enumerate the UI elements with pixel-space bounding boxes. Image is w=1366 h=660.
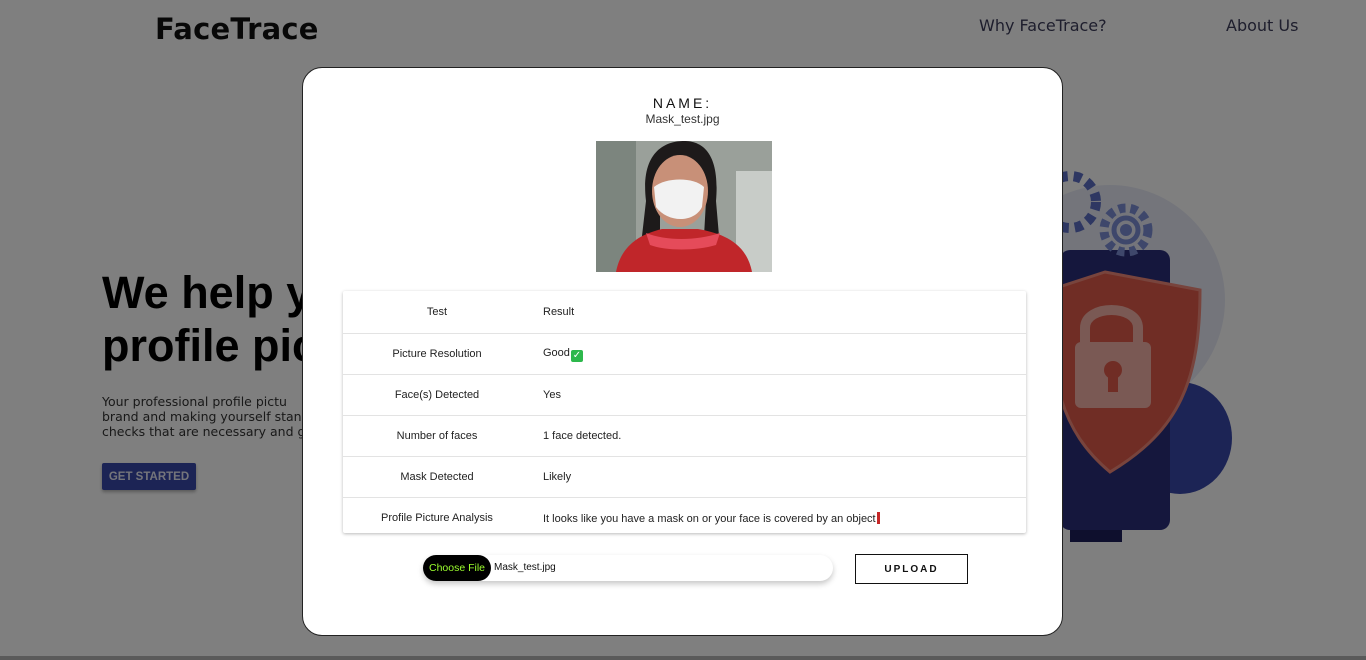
check-mark-icon: ✓ bbox=[570, 349, 583, 362]
test-result: Likely bbox=[531, 456, 1026, 498]
header-result: Result bbox=[531, 291, 1026, 334]
results-table-card: Test Result Picture Resolution Good ✓ Fac… bbox=[343, 291, 1026, 533]
bottom-strip bbox=[0, 656, 1366, 660]
results-table: Test Result Picture Resolution Good ✓ Fac… bbox=[343, 291, 1026, 538]
uploaded-photo bbox=[596, 141, 772, 272]
test-name: Face(s) Detected bbox=[343, 374, 531, 416]
header-test: Test bbox=[343, 291, 531, 334]
test-result: Yes bbox=[531, 374, 1026, 416]
file-input[interactable]: Choose File Mask_test.jpg bbox=[423, 555, 833, 581]
test-name: Number of faces bbox=[343, 415, 531, 457]
table-row: Number of faces 1 face detected. bbox=[343, 415, 1026, 457]
table-row: Profile Picture Analysis It looks like y… bbox=[343, 498, 1026, 539]
analysis-modal: NAME: Mask_test.jpg Test Result Picture … bbox=[302, 67, 1063, 636]
test-result: 1 face detected. bbox=[531, 415, 1026, 457]
file-name-value: Mask_test.jpg bbox=[645, 112, 720, 126]
test-name: Picture Resolution bbox=[343, 333, 531, 375]
selected-file-name: Mask_test.jpg bbox=[494, 562, 556, 573]
test-result: Good ✓ bbox=[531, 333, 1026, 375]
test-name: Profile Picture Analysis bbox=[381, 512, 493, 524]
table-row: Face(s) Detected Yes bbox=[343, 374, 1026, 416]
test-name: Mask Detected bbox=[343, 456, 531, 498]
test-result: It looks like you have a mask on or your… bbox=[531, 498, 1026, 539]
table-header-row: Test Result bbox=[343, 291, 1026, 334]
result-text: Good bbox=[543, 346, 570, 359]
name-label: NAME: bbox=[652, 95, 713, 111]
choose-file-button[interactable]: Choose File bbox=[423, 555, 491, 581]
result-text: It looks like you have a mask on or your… bbox=[543, 512, 876, 525]
upload-button[interactable]: UPLOAD bbox=[855, 554, 968, 584]
table-row: Mask Detected Likely bbox=[343, 456, 1026, 498]
red-mark-icon bbox=[876, 511, 880, 524]
table-row: Picture Resolution Good ✓ bbox=[343, 333, 1026, 375]
